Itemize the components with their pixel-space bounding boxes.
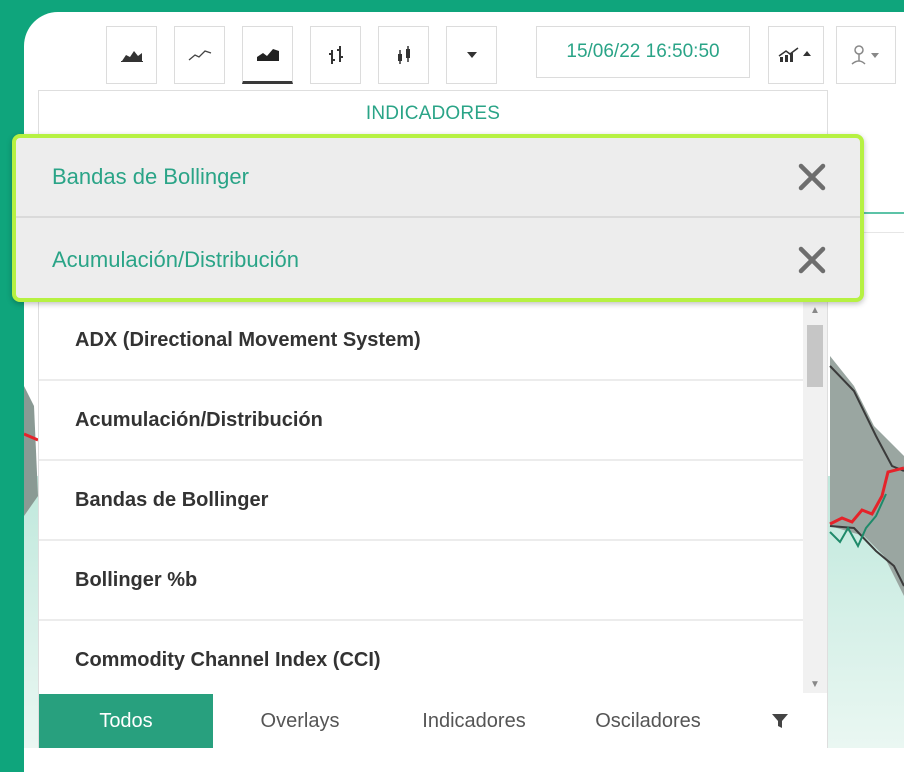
indicators-menu-icon xyxy=(778,47,811,62)
list-item-label: Commodity Channel Index (CCI) xyxy=(75,648,381,671)
indicators-menu-button[interactable] xyxy=(768,26,824,84)
filter-button[interactable] xyxy=(735,694,825,748)
list-item[interactable]: ADX (Directional Movement System) xyxy=(39,301,803,381)
active-indicator-label: Bandas de Bollinger xyxy=(52,164,249,189)
active-indicator-label: Acumulación/Distribución xyxy=(52,247,299,272)
datetime-field[interactable]: 15/06/22 16:50:50 xyxy=(536,26,750,78)
chart-overlay-line xyxy=(862,212,904,214)
tab-overlays[interactable]: Overlays xyxy=(213,694,387,748)
line-chart-button[interactable] xyxy=(174,26,225,84)
line-chart-icon xyxy=(188,50,211,61)
active-indicator-row: Bandas de Bollinger xyxy=(16,138,860,218)
list-item[interactable]: Commodity Channel Index (CCI) xyxy=(39,621,803,693)
list-item[interactable]: Acumulación/Distribución xyxy=(39,381,803,461)
close-icon[interactable] xyxy=(794,159,830,195)
filter-icon xyxy=(772,714,788,728)
drawing-tools-icon xyxy=(851,45,879,65)
tab-osciladores[interactable]: Osciladores xyxy=(561,694,735,748)
area-chart-icon xyxy=(256,49,279,61)
list-item-label: Bandas de Bollinger xyxy=(75,488,269,511)
scroll-thumb[interactable] xyxy=(807,325,823,387)
more-chart-types-button[interactable] xyxy=(446,26,497,84)
panel-title: INDICADORES xyxy=(365,103,501,124)
mountain-chart-icon xyxy=(120,51,143,62)
scroll-down-arrow-icon[interactable]: ▼ xyxy=(803,675,827,693)
active-indicator-row: Acumulación/Distribución xyxy=(16,220,860,300)
list-scrollbar[interactable]: ▲ ▼ xyxy=(803,301,827,693)
candlestick-icon xyxy=(397,46,410,64)
active-indicators-box: Bandas de Bollinger Acumulación/Distribu… xyxy=(12,134,864,302)
drawing-tools-button[interactable] xyxy=(836,26,896,84)
list-item[interactable]: Bollinger %b xyxy=(39,541,803,621)
tab-indicadores[interactable]: Indicadores xyxy=(387,694,561,748)
scroll-up-arrow-icon[interactable]: ▲ xyxy=(803,301,827,319)
dropdown-caret-icon xyxy=(466,52,477,58)
indicator-list: ADX (Directional Movement System) Acumul… xyxy=(39,301,803,693)
list-item-label: Acumulación/Distribución xyxy=(75,408,323,431)
tab-todos[interactable]: Todos xyxy=(39,694,213,748)
close-icon[interactable] xyxy=(794,242,830,278)
bollinger-band-left xyxy=(24,386,38,516)
ohlc-bars-button[interactable] xyxy=(310,26,361,84)
list-item-label: Bollinger %b xyxy=(75,568,198,591)
mountain-chart-button[interactable] xyxy=(106,26,157,84)
list-item-label: ADX (Directional Movement System) xyxy=(75,328,421,351)
chart-toolbar: 15/06/22 16:50:50 xyxy=(0,0,904,90)
filter-tabs: Todos Overlays Indicadores Osciladores xyxy=(39,694,827,748)
list-item[interactable]: Bandas de Bollinger xyxy=(39,461,803,541)
ohlc-bars-icon xyxy=(328,46,343,64)
candlestick-button[interactable] xyxy=(378,26,429,84)
area-chart-button[interactable] xyxy=(242,26,293,84)
